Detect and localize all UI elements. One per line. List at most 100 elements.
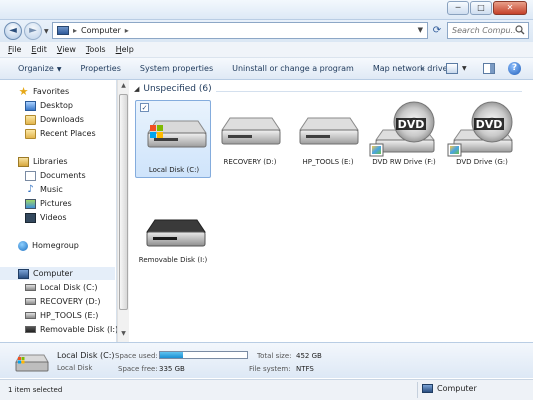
nav-music[interactable]: ♪ Music xyxy=(25,183,62,196)
properties-button[interactable]: Properties xyxy=(80,64,120,73)
address-field[interactable]: ▸ Computer ▸ ▼ xyxy=(52,22,428,39)
nav-recent-places[interactable]: Recent Places xyxy=(25,127,96,140)
status-location: Computer xyxy=(422,384,477,393)
address-bar-row: ◄ ► ▼ ▸ Computer ▸ ▼ ⟳ xyxy=(0,20,533,42)
close-button[interactable]: ✕ xyxy=(493,1,527,15)
hard-drive-icon xyxy=(25,284,36,291)
computer-icon xyxy=(422,384,433,393)
nav-drive-i[interactable]: Removable Disk (I:) xyxy=(25,323,118,336)
command-bar: Organize ▼ Properties System properties U… xyxy=(0,58,533,80)
hard-drive-icon xyxy=(25,312,36,319)
menu-view[interactable]: View xyxy=(57,45,76,54)
change-view-icon[interactable] xyxy=(446,63,458,74)
organize-button[interactable]: Organize ▼ xyxy=(18,64,61,73)
drive-c-item[interactable]: ✓ Local Disk (C:) xyxy=(135,100,211,178)
drive-label: DVD RW Drive (F:) xyxy=(372,158,436,166)
menu-tools[interactable]: Tools xyxy=(86,45,106,54)
breadcrumb-separator-icon[interactable]: ▸ xyxy=(125,26,129,35)
nav-homegroup[interactable]: Homegroup xyxy=(18,239,79,252)
hard-drive-icon xyxy=(299,117,359,145)
nav-drive-label: HP_TOOLS (E:) xyxy=(40,311,99,320)
nav-pictures[interactable]: Pictures xyxy=(25,197,72,210)
drive-label: Local Disk (C:) xyxy=(148,166,200,174)
nav-computer[interactable]: Computer xyxy=(0,267,115,280)
menu-edit[interactable]: Edit xyxy=(31,45,47,54)
drive-f-item[interactable]: DVD DVD RW Drive (F:) xyxy=(366,100,442,178)
search-box[interactable] xyxy=(447,22,529,39)
status-bar: 1 item selected Computer xyxy=(0,379,533,400)
details-pane: Local Disk (C:) Local Disk Space used: S… xyxy=(0,342,533,378)
space-used-bar xyxy=(159,351,248,359)
removable-disk-icon xyxy=(25,326,36,333)
nav-desktop[interactable]: Desktop xyxy=(25,99,73,112)
total-size-value: 452 GB xyxy=(296,352,322,360)
pictures-icon xyxy=(25,198,36,209)
scrollbar-thumb[interactable] xyxy=(119,94,128,310)
collapse-group-icon[interactable]: ◢ xyxy=(134,85,139,93)
recent-pages-dropdown[interactable]: ▼ xyxy=(44,28,49,35)
status-selection: 1 item selected xyxy=(8,386,63,394)
nav-videos[interactable]: Videos xyxy=(25,211,67,224)
nav-drive-label: RECOVERY (D:) xyxy=(40,297,101,306)
nav-drive-d[interactable]: RECOVERY (D:) xyxy=(25,295,100,308)
nav-drive-label: Removable Disk (I:) xyxy=(40,325,119,334)
menu-file[interactable]: File xyxy=(8,45,21,54)
forward-button[interactable]: ► xyxy=(24,22,42,40)
nav-documents[interactable]: Documents xyxy=(25,169,86,182)
status-location-label: Computer xyxy=(437,384,477,393)
scroll-up-icon[interactable]: ▲ xyxy=(119,82,128,92)
preview-pane-icon[interactable] xyxy=(483,63,495,74)
address-dropdown-icon[interactable]: ▼ xyxy=(418,26,423,34)
breadcrumb-separator-icon[interactable]: ▸ xyxy=(73,26,77,35)
nav-favorites[interactable]: ★ Favorites xyxy=(18,85,70,98)
nav-scrollbar[interactable]: ▲ ▼ xyxy=(117,80,129,342)
chevron-down-icon: ▼ xyxy=(56,66,62,73)
organize-label: Organize xyxy=(18,64,54,73)
back-button[interactable]: ◄ xyxy=(4,22,22,40)
homegroup-icon xyxy=(18,240,28,251)
drive-label: DVD Drive (G:) xyxy=(456,158,508,166)
uninstall-program-button[interactable]: Uninstall or change a program xyxy=(232,64,354,73)
drive-i-item[interactable]: Removable Disk (I:) xyxy=(135,208,211,286)
removable-disk-icon xyxy=(146,219,206,247)
space-used-label: Space used: xyxy=(115,352,158,360)
more-commands-button[interactable]: » xyxy=(420,64,425,73)
minimize-button[interactable]: ─ xyxy=(447,1,469,15)
help-icon[interactable]: ? xyxy=(508,62,521,75)
downloads-folder-icon xyxy=(25,114,36,125)
nav-downloads[interactable]: Downloads xyxy=(25,113,84,126)
group-divider xyxy=(216,91,522,92)
system-properties-button[interactable]: System properties xyxy=(140,64,213,73)
window-controls: ─ □ ✕ xyxy=(447,1,527,15)
drive-d-item[interactable]: RECOVERY (D:) xyxy=(212,100,288,178)
space-free-label: Space free: xyxy=(118,365,158,373)
hard-drive-icon xyxy=(147,120,207,148)
videos-icon xyxy=(25,212,36,223)
navigation-pane: ★ Favorites Desktop Downloads Recent Plac… xyxy=(0,80,118,342)
map-network-drive-button[interactable]: Map network drive xyxy=(373,64,448,73)
desktop-icon xyxy=(25,100,36,111)
scroll-down-icon[interactable]: ▼ xyxy=(119,330,128,340)
nav-pictures-label: Pictures xyxy=(40,199,72,208)
menu-help[interactable]: Help xyxy=(116,45,134,54)
drive-e-item[interactable]: HP_TOOLS (E:) xyxy=(290,100,366,178)
refresh-icon[interactable]: ⟳ xyxy=(430,24,444,38)
maximize-button[interactable]: □ xyxy=(470,1,492,15)
breadcrumb-computer[interactable]: Computer xyxy=(81,26,121,35)
drive-g-item[interactable]: DVD DVD Drive (G:) xyxy=(444,100,520,178)
nav-libraries[interactable]: Libraries xyxy=(18,155,68,168)
nav-libraries-label: Libraries xyxy=(33,157,68,166)
view-options-dropdown-icon[interactable]: ▼ xyxy=(462,65,467,72)
space-free-value: 335 GB xyxy=(159,365,185,373)
computer-icon xyxy=(18,268,29,279)
nav-drive-c[interactable]: Local Disk (C:) xyxy=(25,281,98,294)
nav-desktop-label: Desktop xyxy=(40,101,73,110)
nav-drive-e[interactable]: HP_TOOLS (E:) xyxy=(25,309,98,322)
music-icon: ♪ xyxy=(27,183,34,195)
drive-label: RECOVERY (D:) xyxy=(223,158,277,166)
nav-homegroup-label: Homegroup xyxy=(32,241,79,250)
group-header[interactable]: ◢ Unspecified (6) xyxy=(134,84,212,94)
total-size-label: Total size: xyxy=(257,352,292,360)
search-icon[interactable] xyxy=(515,25,525,35)
search-input[interactable] xyxy=(452,26,516,35)
